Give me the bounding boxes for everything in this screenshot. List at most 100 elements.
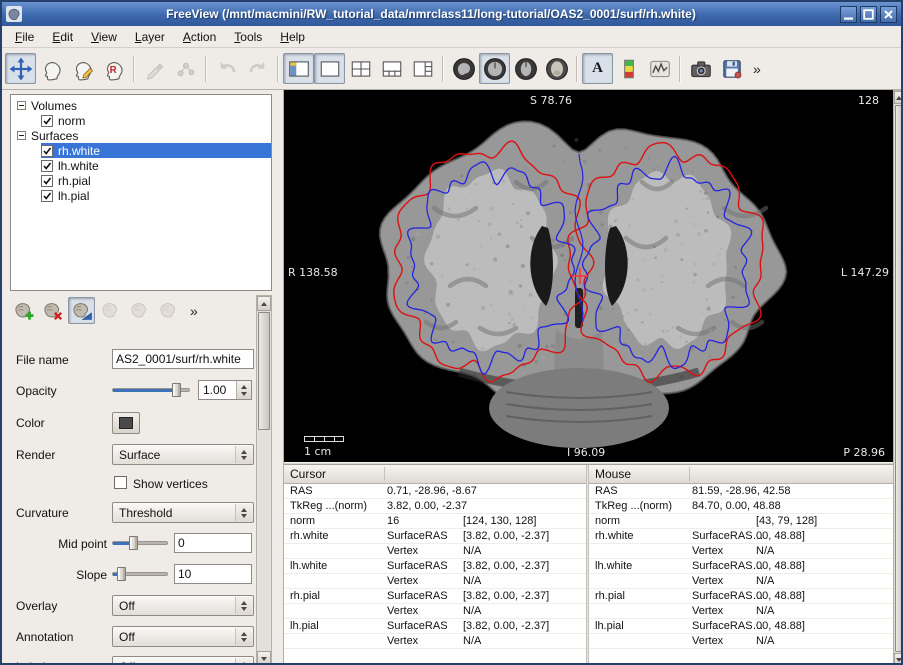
opacity-slider[interactable]	[112, 382, 190, 398]
slider-handle[interactable]	[117, 567, 126, 581]
surface-toolbar-overflow-button[interactable]: »	[187, 303, 201, 319]
layout-1x3-button[interactable]	[376, 53, 407, 84]
menu-help[interactable]: Help	[271, 27, 314, 47]
redo-button[interactable]	[242, 53, 273, 84]
scrollbar-thumb[interactable]	[258, 312, 270, 430]
color-scale-toggle[interactable]	[613, 53, 644, 84]
mid-point-input[interactable]	[174, 533, 252, 553]
slope-input[interactable]	[174, 564, 252, 584]
render-combo[interactable]: Surface	[112, 444, 254, 465]
opacity-spinbox[interactable]: 1.00	[198, 380, 252, 400]
minimize-button[interactable]	[840, 6, 857, 23]
tree-item-norm[interactable]: norm	[11, 113, 271, 128]
overlay-label: Overlay	[16, 599, 57, 613]
scroll-up-arrow-icon[interactable]	[257, 296, 271, 311]
show-surface-in-3d-toggle[interactable]	[68, 297, 95, 324]
scroll-up-arrow-icon[interactable]	[894, 91, 903, 104]
show-vertices-checkbox[interactable]	[114, 476, 127, 489]
navigate-tool-button[interactable]	[5, 53, 36, 84]
view-coronal-button[interactable]	[479, 53, 510, 84]
checkbox-checked-icon[interactable]	[41, 160, 53, 172]
menu-tools[interactable]: Tools	[225, 27, 271, 47]
tree-item-rh-white[interactable]: rh.white	[11, 143, 271, 158]
view-axial-button[interactable]	[510, 53, 541, 84]
measure-tool-button[interactable]	[36, 53, 67, 84]
tree-item-rh-pial[interactable]: rh.pial	[11, 173, 271, 188]
layout-1x1-button[interactable]	[314, 53, 345, 84]
info-cell: [43, 79, 128]	[756, 515, 893, 527]
info-cell: N/A	[756, 575, 893, 587]
checkbox-checked-icon[interactable]	[41, 145, 53, 157]
menu-view[interactable]: View	[82, 27, 126, 47]
collapse-icon[interactable]	[17, 131, 26, 140]
unload-surface-button[interactable]	[39, 297, 66, 324]
control-panel-toggle[interactable]	[283, 53, 314, 84]
opacity-label: Opacity	[16, 384, 57, 398]
load-surface-button[interactable]	[10, 297, 37, 324]
roi-edit-tool-button[interactable]	[139, 53, 170, 84]
maximize-button[interactable]	[860, 6, 877, 23]
scroll-down-arrow-icon[interactable]	[894, 653, 903, 665]
recon-edit-tool-button[interactable]: R	[98, 53, 129, 84]
annotation-combo[interactable]: Off	[112, 626, 254, 647]
collapse-icon[interactable]	[17, 101, 26, 110]
screenshot-button[interactable]	[685, 53, 716, 84]
checkbox-checked-icon[interactable]	[41, 190, 53, 202]
panel-scrollbar[interactable]	[256, 295, 272, 665]
tree-item-lh-white[interactable]: lh.white	[11, 158, 271, 173]
info-cell: RAS	[595, 485, 692, 497]
menu-edit[interactable]: Edit	[43, 27, 82, 47]
info-cell: rh.pial	[290, 590, 387, 602]
voxel-edit-tool-button[interactable]	[67, 53, 98, 84]
info-cell: rh.white	[595, 530, 692, 542]
layout-1x3-side-button[interactable]	[407, 53, 438, 84]
overlay-combo[interactable]: Off	[112, 595, 254, 616]
info-cell: norm	[290, 515, 387, 527]
close-button[interactable]	[880, 6, 897, 23]
view-3d-button[interactable]	[541, 53, 572, 84]
annotation-label: Annotation	[16, 630, 73, 644]
info-cell: norm	[595, 515, 692, 527]
checkbox-checked-icon[interactable]	[41, 115, 53, 127]
coronal-view[interactable]: S 78.76 128 R 138.58 L 147.29 I 96.09 P …	[284, 90, 893, 462]
file-name-input[interactable]	[112, 349, 254, 369]
layout-1and3-icon	[380, 57, 404, 81]
slope-slider[interactable]	[112, 566, 168, 582]
info-cell: 81.59, -28.96, 42.58	[692, 485, 756, 497]
checkbox-checked-icon[interactable]	[41, 175, 53, 187]
text-label-toggle[interactable]: A	[582, 53, 613, 84]
info-cell: rh.pial	[595, 590, 692, 602]
title-bar[interactable]: FreeView (/mnt/macmini/RW_tutorial_data/…	[2, 2, 901, 26]
point-set-edit-tool-button[interactable]	[170, 53, 201, 84]
slider-handle[interactable]	[172, 383, 181, 397]
surface-tool-button-3[interactable]	[155, 297, 182, 324]
label-label: Label	[16, 660, 45, 665]
curvature-row: Curvature Threshold	[2, 502, 256, 525]
mid-point-slider[interactable]	[112, 535, 168, 551]
layout-2x2-button[interactable]	[345, 53, 376, 84]
histogram-button[interactable]	[644, 53, 675, 84]
layer-control-panel: Volumes norm Surfaces rh.white	[2, 90, 284, 665]
toolbar-separator	[133, 56, 135, 82]
label-combo[interactable]: Off	[112, 656, 254, 665]
save-screenshot-button[interactable]	[716, 53, 747, 84]
toolbar-overflow-button[interactable]: »	[750, 61, 764, 77]
spinner-arrows-icon[interactable]	[236, 381, 251, 399]
info-row: lh.pialSurfaceRAS…00, 48.88]	[589, 619, 893, 634]
slider-handle[interactable]	[129, 536, 138, 550]
undo-button[interactable]	[211, 53, 242, 84]
color-picker-button[interactable]	[112, 412, 140, 434]
scroll-down-arrow-icon[interactable]	[257, 651, 271, 665]
menu-layer[interactable]: Layer	[126, 27, 174, 47]
tree-item-lh-pial[interactable]: lh.pial	[11, 188, 271, 203]
tree-item-volumes[interactable]: Volumes	[11, 98, 271, 113]
surface-tool-button-2[interactable]	[126, 297, 153, 324]
right-scrollbar[interactable]	[893, 90, 903, 665]
scrollbar-thumb[interactable]	[895, 105, 903, 652]
menu-action[interactable]: Action	[174, 27, 225, 47]
tree-item-surfaces[interactable]: Surfaces	[11, 128, 271, 143]
view-sagittal-button[interactable]	[448, 53, 479, 84]
surface-tool-button-1[interactable]	[97, 297, 124, 324]
curvature-combo[interactable]: Threshold	[112, 502, 254, 523]
menu-file[interactable]: File	[6, 27, 43, 47]
